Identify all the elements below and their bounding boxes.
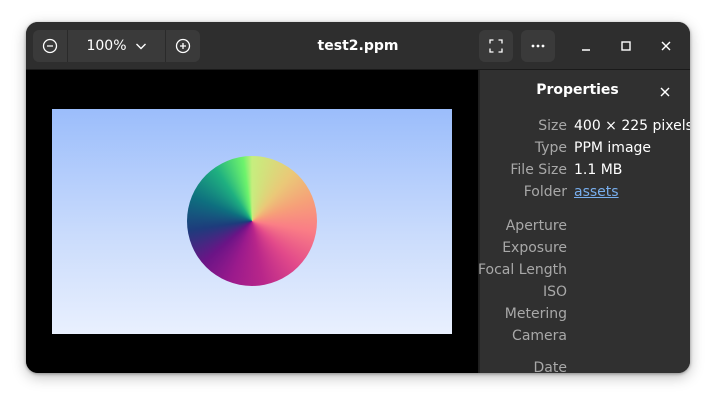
property-label: Folder (523, 184, 567, 200)
zoom-in-icon (175, 38, 191, 54)
main-menu-button[interactable] (521, 30, 555, 62)
more-icon (531, 44, 545, 48)
property-label: Type (534, 140, 567, 156)
property-value: PPM image (574, 140, 652, 156)
property-label: Aperture (505, 218, 567, 234)
image-view[interactable] (26, 70, 478, 373)
property-label: File Size (510, 162, 567, 178)
zoom-level-label: 100% (86, 38, 127, 54)
property-row-metering: Metering (480, 306, 690, 326)
property-row-camera: Camera (480, 328, 690, 348)
properties-sidebar: Properties Size 400 × 225 pixels Type PP… (477, 70, 690, 373)
image-viewer-window: 100% test2.ppm Properties Size 400 × 225… (26, 22, 690, 373)
property-label: Metering (504, 306, 567, 322)
property-row-exposure: Exposure (480, 240, 690, 260)
fullscreen-icon (489, 39, 503, 53)
header-bar: 100% test2.ppm (26, 22, 690, 70)
chevron-down-icon (135, 43, 146, 50)
zoom-controls: 100% (33, 30, 200, 62)
minimize-button[interactable] (574, 34, 598, 58)
property-value: 1.1 MB (574, 162, 623, 178)
property-label: Exposure (502, 240, 567, 256)
property-row-size: Size 400 × 225 pixels (480, 118, 690, 138)
zoom-level-dropdown[interactable]: 100% (68, 30, 165, 62)
property-label: Focal Length (477, 262, 567, 278)
property-label: ISO (542, 284, 567, 300)
properties-heading: Properties (536, 82, 619, 98)
minimize-icon (582, 49, 590, 51)
close-window-button[interactable] (654, 34, 678, 58)
zoom-in-button[interactable] (166, 30, 200, 62)
property-row-date: Date (480, 360, 690, 373)
property-label: Date (533, 360, 567, 373)
sphere-shape (187, 156, 317, 286)
property-row-folder: Folder assets (480, 184, 690, 204)
property-value: 400 × 225 pixels (574, 118, 690, 134)
rendered-image (52, 109, 452, 334)
folder-link[interactable]: assets (574, 184, 619, 200)
close-icon (660, 87, 670, 97)
maximize-icon (621, 41, 631, 51)
zoom-out-icon (42, 38, 58, 54)
close-icon (661, 41, 671, 51)
zoom-out-button[interactable] (33, 30, 67, 62)
property-row-aperture: Aperture (480, 218, 690, 238)
property-row-focal-length: Focal Length (477, 262, 690, 282)
property-row-type: Type PPM image (480, 140, 690, 160)
fullscreen-button[interactable] (479, 30, 513, 62)
close-properties-button[interactable] (653, 80, 677, 104)
property-row-iso: ISO (480, 284, 690, 304)
maximize-button[interactable] (614, 34, 638, 58)
property-label: Size (538, 118, 567, 134)
property-label: Camera (512, 328, 567, 344)
property-row-file-size: File Size 1.1 MB (480, 162, 690, 182)
